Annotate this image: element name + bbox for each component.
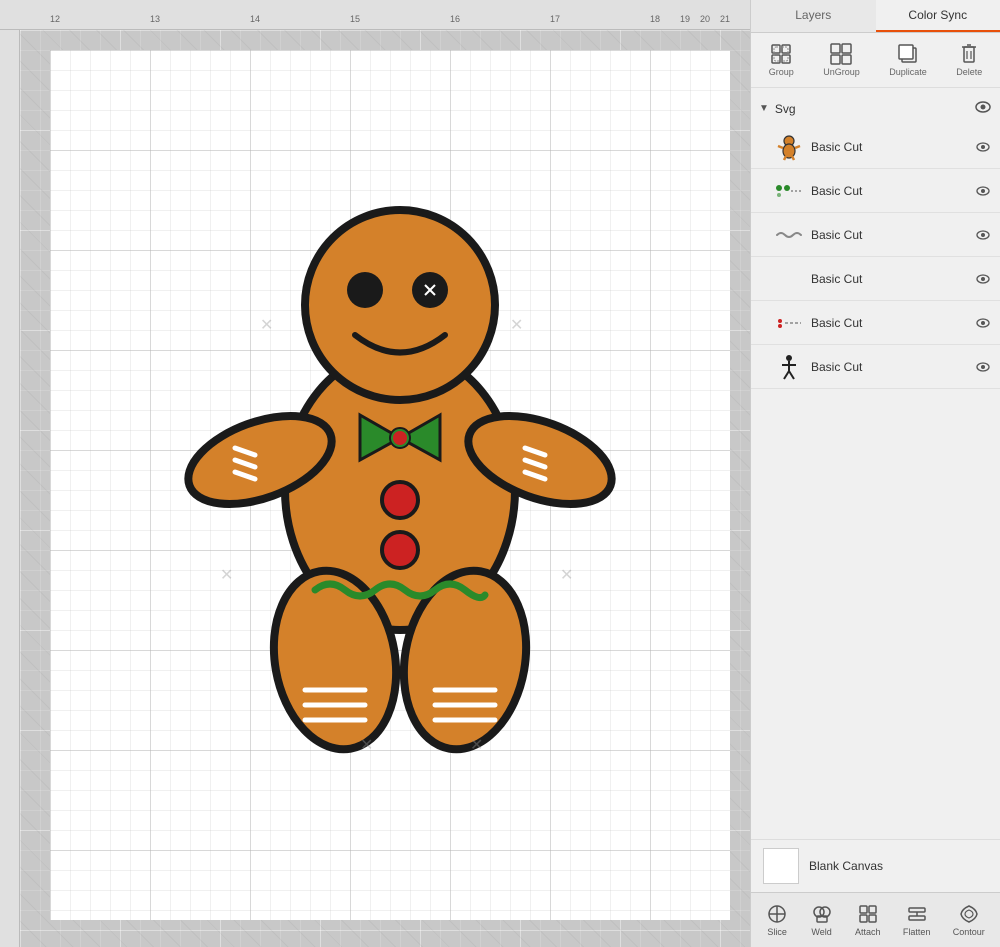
blank-canvas-thumbnail bbox=[763, 848, 799, 884]
layer-label-3: Basic Cut bbox=[811, 228, 966, 242]
slice-button[interactable]: Slice bbox=[760, 899, 794, 941]
tab-layers[interactable]: Layers bbox=[751, 0, 876, 32]
ruler-tick-16: 16 bbox=[450, 14, 460, 24]
weld-icon bbox=[811, 903, 833, 925]
slice-label: Slice bbox=[767, 927, 787, 937]
layer-thumb-4 bbox=[775, 265, 803, 293]
contour-button[interactable]: Contour bbox=[947, 899, 991, 941]
layer-eye-5[interactable] bbox=[974, 314, 992, 332]
layer-label-5: Basic Cut bbox=[811, 316, 966, 330]
svg-text:✕: ✕ bbox=[260, 317, 273, 334]
gingerbread-container[interactable]: ✕ ✕ ✕ ✕ ✕ ✕ bbox=[160, 130, 640, 810]
layer-thumb-1 bbox=[775, 133, 803, 161]
white-canvas[interactable]: ✕ ✕ ✕ ✕ ✕ ✕ bbox=[50, 50, 730, 920]
duplicate-label: Duplicate bbox=[889, 67, 927, 77]
layer-eye-6[interactable] bbox=[974, 358, 992, 376]
weld-button[interactable]: Weld bbox=[805, 899, 839, 941]
svg-text:✕: ✕ bbox=[360, 737, 373, 754]
ruler-tick-17: 17 bbox=[550, 14, 560, 24]
ungroup-button[interactable]: UnGroup bbox=[817, 39, 866, 81]
ruler-tick-14: 14 bbox=[250, 14, 260, 24]
gingerbread-svg: ✕ ✕ ✕ ✕ ✕ ✕ bbox=[160, 130, 640, 790]
svg-text:✕: ✕ bbox=[470, 737, 483, 754]
svg-text:✕: ✕ bbox=[510, 317, 523, 334]
layer-row-3[interactable]: Basic Cut bbox=[751, 213, 1000, 257]
ruler-left bbox=[0, 30, 20, 947]
blank-canvas-row: Blank Canvas bbox=[751, 839, 1000, 892]
ruler-tick-19: 19 bbox=[680, 14, 690, 24]
canvas-work: ✕ ✕ ✕ ✕ ✕ ✕ bbox=[20, 30, 750, 947]
layer-thumb-6 bbox=[775, 353, 803, 381]
layer-row-1[interactable]: Basic Cut bbox=[751, 125, 1000, 169]
layer-eye-2[interactable] bbox=[974, 182, 992, 200]
group-button[interactable]: Group bbox=[763, 39, 800, 81]
duplicate-button[interactable]: Duplicate bbox=[883, 39, 933, 81]
layer-thumb-3 bbox=[775, 221, 803, 249]
layer-row-4[interactable]: Basic Cut bbox=[751, 257, 1000, 301]
duplicate-icon bbox=[897, 43, 919, 65]
layer-label-2: Basic Cut bbox=[811, 184, 966, 198]
panel-bottom-toolbar: Slice Weld Attach bbox=[751, 892, 1000, 947]
ruler-tick-20: 20 bbox=[700, 14, 710, 24]
right-panel: Layers Color Sync Group bbox=[750, 0, 1000, 947]
ruler-tick-18: 18 bbox=[650, 14, 660, 24]
delete-label: Delete bbox=[956, 67, 982, 77]
group-icon bbox=[770, 43, 792, 65]
layer-label-6: Basic Cut bbox=[811, 360, 966, 374]
attach-icon bbox=[857, 903, 879, 925]
svg-text:✕: ✕ bbox=[560, 567, 573, 584]
svg-label: Svg bbox=[775, 102, 796, 116]
ruler-tick-13: 13 bbox=[150, 14, 160, 24]
delete-icon bbox=[958, 43, 980, 65]
flatten-icon bbox=[906, 903, 928, 925]
ungroup-label: UnGroup bbox=[823, 67, 860, 77]
panel-toolbar: Group UnGroup Duplicate bbox=[751, 33, 1000, 88]
slice-icon bbox=[766, 903, 788, 925]
weld-label: Weld bbox=[811, 927, 831, 937]
layer-eye-4[interactable] bbox=[974, 270, 992, 288]
svg-eye-icon[interactable] bbox=[974, 98, 992, 119]
layer-row-2[interactable]: Basic Cut bbox=[751, 169, 1000, 213]
flatten-label: Flatten bbox=[903, 927, 931, 937]
attach-button[interactable]: Attach bbox=[849, 899, 887, 941]
canvas-area: 12 13 14 15 16 17 18 19 20 21 bbox=[0, 0, 750, 947]
layer-eye-1[interactable] bbox=[974, 138, 992, 156]
svg-collapse-arrow: ▼ bbox=[759, 103, 769, 114]
layer-row-6[interactable]: Basic Cut bbox=[751, 345, 1000, 389]
contour-icon bbox=[958, 903, 980, 925]
layer-label-1: Basic Cut bbox=[811, 140, 966, 154]
panel-tabs: Layers Color Sync bbox=[751, 0, 1000, 33]
layer-label-4: Basic Cut bbox=[811, 272, 966, 286]
ungroup-icon bbox=[830, 43, 852, 65]
contour-label: Contour bbox=[953, 927, 985, 937]
delete-button[interactable]: Delete bbox=[950, 39, 988, 81]
svg-text:✕: ✕ bbox=[220, 567, 233, 584]
svg-header[interactable]: ▼ Svg bbox=[751, 92, 1000, 125]
ruler-top: 12 13 14 15 16 17 18 19 20 21 bbox=[0, 0, 750, 30]
group-label: Group bbox=[769, 67, 794, 77]
layers-list: ▼ Svg bbox=[751, 88, 1000, 839]
ruler-tick-12: 12 bbox=[50, 14, 60, 24]
app-container: 12 13 14 15 16 17 18 19 20 21 bbox=[0, 0, 1000, 947]
tab-color-sync[interactable]: Color Sync bbox=[876, 0, 1000, 32]
ruler-tick-21: 21 bbox=[720, 14, 730, 24]
ruler-tick-15: 15 bbox=[350, 14, 360, 24]
attach-label: Attach bbox=[855, 927, 881, 937]
layer-eye-3[interactable] bbox=[974, 226, 992, 244]
layer-thumb-2 bbox=[775, 177, 803, 205]
blank-canvas-label: Blank Canvas bbox=[809, 859, 883, 873]
layer-row-5[interactable]: Basic Cut bbox=[751, 301, 1000, 345]
flatten-button[interactable]: Flatten bbox=[897, 899, 937, 941]
layer-thumb-5 bbox=[775, 309, 803, 337]
